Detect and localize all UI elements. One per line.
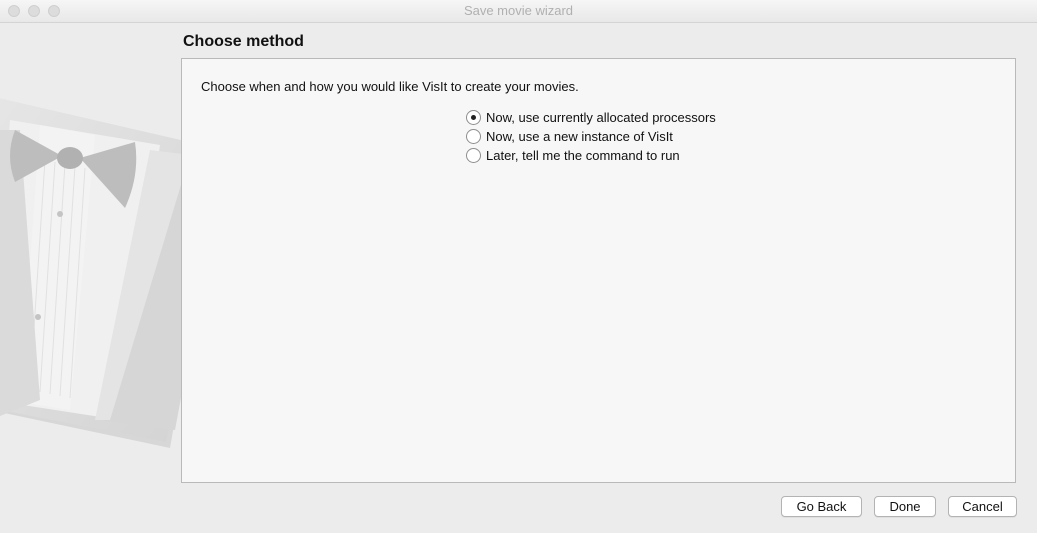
option-new-instance[interactable]: Now, use a new instance of VisIt (466, 127, 673, 145)
option-label: Now, use currently allocated processors (486, 109, 716, 125)
window-title: Save movie wizard (463, 3, 574, 18)
option-label: Now, use a new instance of VisIt (486, 128, 673, 144)
radio-new-instance[interactable] (466, 128, 481, 144)
radio-later-command[interactable] (466, 147, 481, 163)
done-button[interactable]: Done (874, 496, 936, 517)
option-later-command[interactable]: Later, tell me the command to run (466, 146, 680, 164)
title-bar: Save movie wizard (0, 0, 1037, 23)
method-prompt: Choose when and how you would like VisIt… (201, 79, 579, 94)
option-label: Later, tell me the command to run (486, 147, 680, 163)
cancel-button[interactable]: Cancel (948, 496, 1017, 517)
go-back-button[interactable]: Go Back (781, 496, 862, 517)
option-current-processors[interactable]: Now, use currently allocated processors (466, 108, 716, 126)
wizard-window: Save movie wizard Choose method Choose w… (0, 0, 1037, 533)
radio-current-processors[interactable] (466, 109, 481, 125)
page-title: Choose method (183, 33, 304, 50)
method-panel: Choose when and how you would like VisIt… (181, 58, 1016, 483)
